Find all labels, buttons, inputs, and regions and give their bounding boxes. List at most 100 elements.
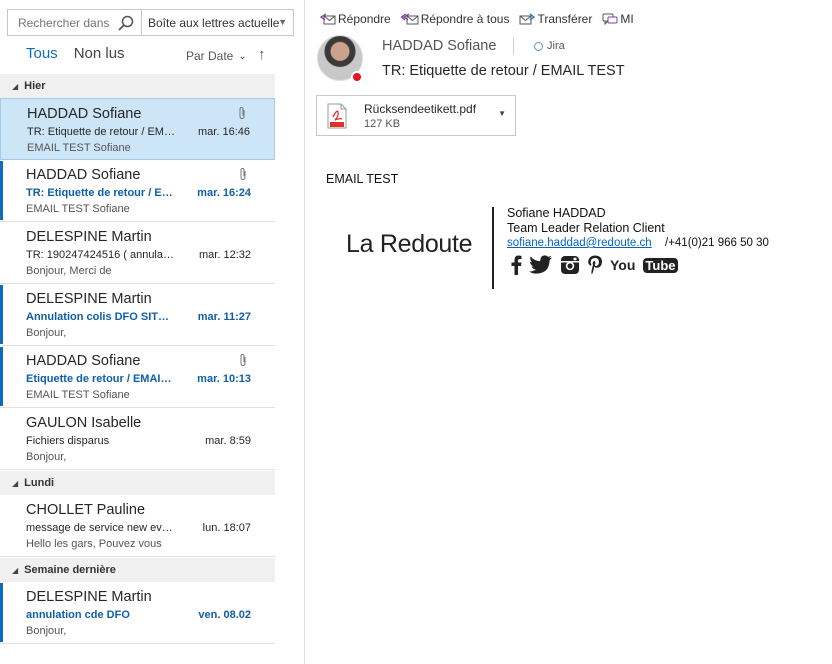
paperclip-icon [239, 106, 245, 120]
message-sender: DELESPINE Martin [26, 291, 152, 307]
message-preview: EMAIL TEST Sofiane [26, 389, 130, 401]
message-preview: Bonjour, [26, 327, 67, 339]
chevron-down-icon: ⌄ [238, 50, 247, 62]
twitter-icon[interactable] [529, 255, 553, 275]
paperclip-icon [240, 353, 246, 367]
message-preview: EMAIL TEST Sofiane [27, 142, 131, 154]
group-label: Lundi [24, 477, 55, 489]
message-preview: Hello les gars, Pouvez vous [26, 538, 162, 550]
collapse-triangle-icon: ◢ [12, 565, 19, 575]
search-icon [118, 15, 134, 31]
collapse-triangle-icon: ◢ [12, 478, 19, 488]
signature-title: Team Leader Relation Client [507, 221, 665, 235]
collapse-triangle-icon: ◢ [12, 81, 19, 91]
reading-subject: TR: Etiquette de retour / EMAIL TEST [382, 63, 625, 79]
list-item[interactable]: DELESPINE Martin annulation cde DFO ven.… [0, 582, 275, 644]
pane-divider[interactable] [304, 0, 305, 664]
message-preview: Bonjour, [26, 451, 67, 463]
instagram-icon[interactable] [560, 255, 580, 275]
group-label: Hier [24, 80, 46, 92]
message-subject: Annulation colis DFO SITS … [26, 311, 176, 323]
message-time: lun. 18:07 [202, 522, 251, 534]
forward-label: Transférer [537, 12, 593, 26]
list-item[interactable]: GAULON Isabelle Fichiers disparus mar. 8… [0, 408, 275, 470]
signature-email-link[interactable]: sofiane.haddad@redoute.ch [507, 237, 652, 249]
instant-message-label: MI [620, 12, 634, 26]
message-subject: TR: Etiquette de retour / EMAIL TEST [27, 126, 177, 138]
attachment-name: Rücksendeetikett.pdf [364, 102, 477, 116]
facebook-icon[interactable] [510, 255, 522, 275]
company-logo: La Redoute [346, 230, 473, 258]
list-item[interactable]: HADDAD Sofiane TR: Etiquette de retour /… [0, 160, 275, 222]
youtube-you-text: You [610, 257, 636, 273]
group-header-last-week[interactable]: ◢ Semaine dernière [0, 558, 275, 582]
search-scope-dropdown[interactable]: Boîte aux lettres actuelle ▼ [141, 10, 293, 35]
message-preview: Bonjour, Merci de [26, 265, 112, 277]
message-time: mar. 12:32 [199, 249, 251, 261]
message-sender: HADDAD Sofiane [26, 353, 141, 369]
chat-icon [602, 13, 618, 26]
header-separator [513, 37, 514, 55]
youtube-icon[interactable]: You Tube [610, 257, 685, 273]
youtube-tube-text: Tube [643, 257, 678, 273]
message-subject: TR: 190247424516 ( annulation ) [26, 249, 176, 261]
reply-all-label: Répondre à tous [420, 12, 510, 26]
message-body: EMAIL TEST [326, 172, 399, 186]
message-time: mar. 8:59 [205, 435, 251, 447]
pdf-file-icon [327, 103, 347, 129]
chevron-down-icon[interactable]: ▼ [498, 109, 506, 118]
message-subject: Etiquette de retour / EMAIL TEST [26, 373, 176, 385]
group-header-yesterday[interactable]: ◢ Hier [0, 74, 275, 98]
signature-divider [492, 207, 494, 289]
group-label: Semaine dernière [24, 564, 116, 576]
reply-icon [320, 13, 336, 25]
message-sender: DELESPINE Martin [26, 589, 152, 605]
sort-dropdown[interactable]: Par Date ⌄ [186, 49, 247, 63]
message-subject: TR: Etiquette de retour / EMAIL TEST [26, 187, 176, 199]
reply-button[interactable]: Répondre [320, 12, 391, 26]
presence-busy-icon [351, 71, 363, 83]
message-subject: message de service new event [26, 522, 176, 534]
reply-label: Répondre [338, 12, 391, 26]
paperclip-icon [240, 167, 246, 181]
chevron-down-icon: ▼ [278, 17, 287, 27]
tab-unread[interactable]: Non lus [74, 45, 125, 62]
group-header-monday[interactable]: ◢ Lundi [0, 471, 275, 495]
message-sender: HADDAD Sofiane [27, 106, 142, 122]
sort-label: Par Date [186, 49, 234, 63]
list-item[interactable]: DELESPINE Martin Annulation colis DFO SI… [0, 284, 275, 346]
message-time: mar. 16:24 [197, 187, 251, 199]
message-preview: EMAIL TEST Sofiane [26, 203, 130, 215]
pinterest-icon[interactable] [587, 255, 603, 275]
reading-sender[interactable]: HADDAD Sofiane [382, 38, 496, 54]
message-sender: CHOLLET Pauline [26, 502, 146, 518]
message-subject: Fichiers disparus [26, 435, 110, 447]
message-time: mar. 16:46 [198, 126, 250, 138]
list-item[interactable]: DELESPINE Martin TR: 190247424516 ( annu… [0, 222, 275, 284]
tab-all[interactable]: Tous [26, 45, 58, 62]
message-time: ven. 08.02 [198, 609, 251, 621]
message-time: mar. 10:13 [197, 373, 251, 385]
message-preview: Bonjour, [26, 625, 67, 637]
attachment-size: 127 KB [364, 118, 401, 130]
instant-message-button[interactable]: MI [602, 12, 634, 26]
list-item[interactable]: CHOLLET Pauline message de service new e… [0, 495, 275, 557]
jira-addin[interactable]: Jira [534, 40, 565, 52]
forward-icon [519, 13, 536, 25]
reply-all-icon [400, 13, 419, 25]
jira-icon [534, 41, 543, 51]
signature-name: Sofiane HADDAD [507, 206, 606, 220]
jira-label: Jira [547, 40, 565, 52]
list-item[interactable]: HADDAD Sofiane TR: Etiquette de retour /… [0, 98, 275, 160]
attachment-card[interactable]: Rücksendeetikett.pdf 127 KB ▼ [316, 95, 516, 136]
filter-tabs: Tous Non lus [26, 45, 141, 62]
reply-all-button[interactable]: Répondre à tous [400, 12, 510, 26]
message-sender: GAULON Isabelle [26, 415, 142, 431]
forward-button[interactable]: Transférer [519, 12, 592, 26]
search-scope-label: Boîte aux lettres actuelle [148, 15, 280, 30]
sort-direction-icon[interactable]: ↑ [258, 46, 266, 63]
message-sender: DELESPINE Martin [26, 229, 152, 245]
message-list-pane: Boîte aux lettres actuelle ▼ Tous Non lu… [0, 0, 294, 664]
list-item[interactable]: HADDAD Sofiane Etiquette de retour / EMA… [0, 346, 275, 408]
message-sender: HADDAD Sofiane [26, 167, 141, 183]
